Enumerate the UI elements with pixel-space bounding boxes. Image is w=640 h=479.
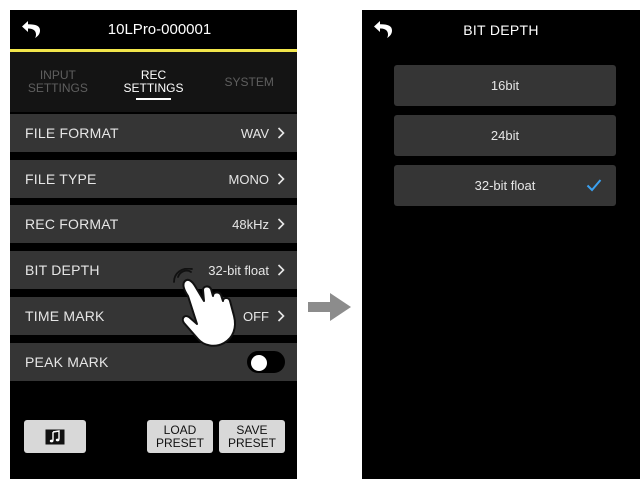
row-rec-format[interactable]: REC FORMAT 48kHz (10, 205, 297, 243)
row-file-format[interactable]: FILE FORMAT WAV (10, 114, 297, 152)
tab-input-settings[interactable]: INPUT SETTINGS (10, 52, 106, 112)
chevron-right-icon (277, 218, 285, 230)
row-label: FILE FORMAT (25, 125, 119, 141)
row-value: MONO (228, 171, 269, 187)
row-bit-depth[interactable]: BIT DEPTH 32-bit float (10, 251, 297, 289)
right-arrow-icon (308, 293, 351, 321)
device-title: 10LPro-000001 (107, 21, 212, 38)
rec-settings-screen: 10LPro-000001 INPUT SETTINGS REC SETTING… (10, 10, 297, 479)
row-peak-mark: PEAK MARK (10, 343, 297, 381)
option-label: 16bit (490, 78, 520, 93)
pointing-hand-icon (173, 268, 236, 347)
row-label: REC FORMAT (25, 216, 119, 232)
bit-depth-screen: BIT DEPTH 16bit 24bit 32-bit float (362, 10, 640, 479)
row-label: PEAK MARK (25, 354, 109, 370)
row-time-mark[interactable]: TIME MARK OFF (10, 297, 297, 335)
page-title: BIT DEPTH (463, 22, 539, 38)
music-button[interactable] (24, 420, 86, 453)
row-file-type[interactable]: FILE TYPE MONO (10, 160, 297, 198)
load-preset-button[interactable]: LOAD PRESET (147, 420, 213, 453)
settings-tabs: INPUT SETTINGS REC SETTINGS SYSTEM (10, 52, 297, 112)
header: BIT DEPTH (362, 10, 640, 50)
chevron-right-icon (277, 264, 285, 276)
option-32bit-float[interactable]: 32-bit float (394, 165, 616, 206)
music-note-icon (45, 429, 65, 444)
chevron-right-icon (277, 310, 285, 322)
option-label: 32-bit float (474, 178, 536, 193)
toggle-knob (251, 355, 267, 371)
chevron-right-icon (277, 173, 285, 185)
row-value: 48kHz (232, 216, 269, 232)
check-icon (586, 179, 602, 192)
tab-system[interactable]: SYSTEM (201, 52, 297, 112)
peak-mark-toggle[interactable] (247, 351, 285, 373)
tab-rec-settings[interactable]: REC SETTINGS (106, 52, 202, 112)
chevron-right-icon (277, 127, 285, 139)
header: 10LPro-000001 (10, 10, 297, 50)
row-label: FILE TYPE (25, 171, 97, 187)
save-preset-button[interactable]: SAVE PRESET (219, 420, 285, 453)
row-value: WAV (240, 125, 269, 141)
option-16bit[interactable]: 16bit (394, 65, 616, 106)
option-label: 24bit (490, 128, 520, 143)
option-24bit[interactable]: 24bit (394, 115, 616, 156)
